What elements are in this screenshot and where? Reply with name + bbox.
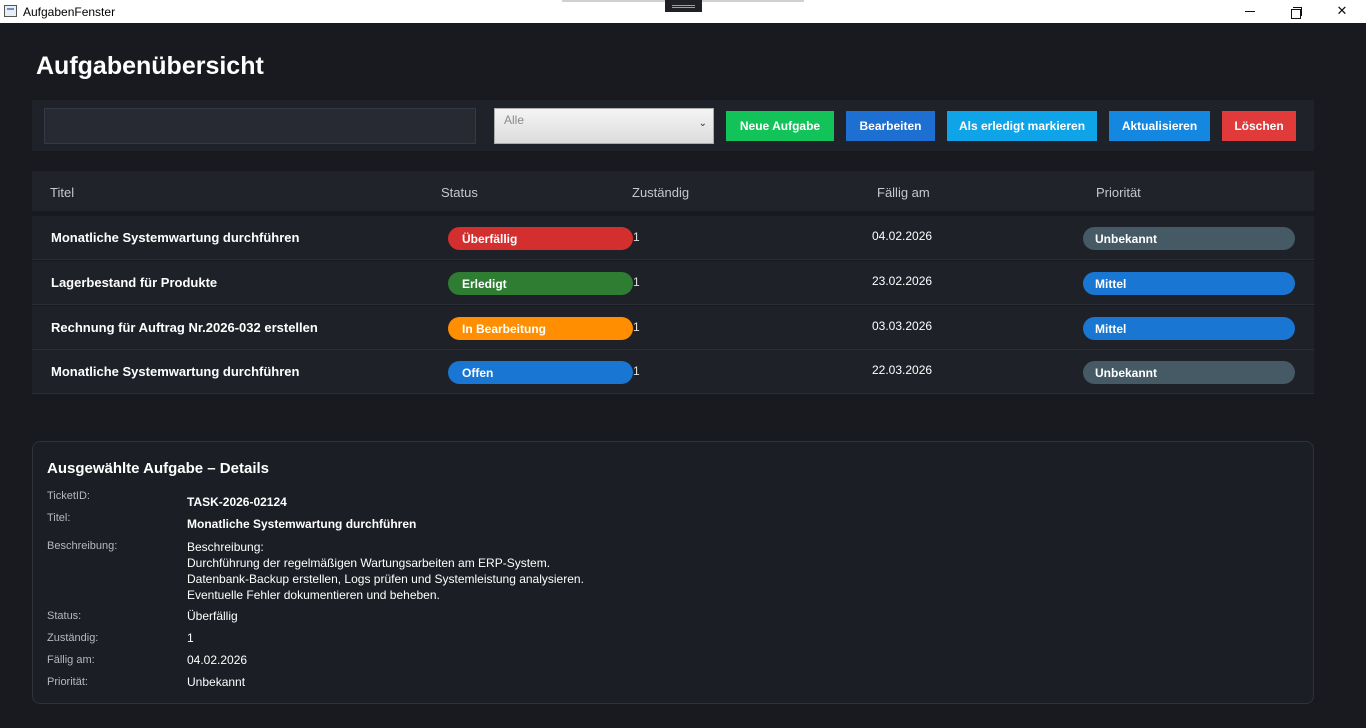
status-badge: Überfällig: [448, 227, 633, 250]
close-icon: ✕: [1336, 4, 1348, 19]
description-line: Beschreibung:: [187, 540, 264, 554]
details-label-due: Fällig am:: [47, 654, 95, 666]
table-row[interactable]: Lagerbestand für Produkte Erledigt 1 23.…: [32, 261, 1314, 305]
due-date-cell: 04.02.2026: [872, 229, 933, 243]
table-row[interactable]: Rechnung für Auftrag Nr.2026-032 erstell…: [32, 306, 1314, 350]
task-title-cell: Rechnung für Auftrag Nr.2026-032 erstell…: [51, 320, 318, 335]
delete-button[interactable]: Löschen: [1222, 111, 1296, 141]
assignee-cell: 1: [633, 364, 640, 378]
status-filter-select[interactable]: Alle ⌄: [494, 108, 714, 144]
priority-badge: Mittel: [1083, 317, 1295, 340]
details-value-priority: Unbekannt: [187, 675, 246, 689]
drag-grip-icon[interactable]: [665, 0, 702, 12]
task-title-cell: Monatliche Systemwartung durchführen: [51, 364, 300, 379]
due-date-cell: 03.03.2026: [872, 319, 933, 333]
details-value-assignee: 1: [187, 631, 194, 645]
column-header-priority[interactable]: Priorität: [1096, 185, 1141, 200]
column-header-assignee[interactable]: Zuständig: [632, 185, 689, 200]
status-badge: Offen: [448, 361, 633, 384]
details-heading: Ausgewählte Aufgabe – Details: [47, 460, 269, 477]
description-line: Durchführung der regelmäßigen Wartungsar…: [187, 556, 551, 570]
minimize-button[interactable]: [1227, 0, 1273, 23]
column-header-due[interactable]: Fällig am: [877, 185, 930, 200]
task-title-cell: Lagerbestand für Produkte: [51, 275, 218, 290]
assignee-cell: 1: [633, 275, 640, 289]
mark-done-button[interactable]: Als erledigt markieren: [947, 111, 1097, 141]
description-line: Eventuelle Fehler dokumentieren und behe…: [187, 588, 440, 602]
search-input[interactable]: [44, 108, 476, 144]
maximize-button[interactable]: [1273, 0, 1319, 23]
details-label-title: Titel:: [47, 512, 71, 524]
edit-button[interactable]: Bearbeiten: [846, 111, 935, 141]
details-label-ticket-id: TicketID:: [47, 490, 90, 502]
window-app-icon: [4, 5, 17, 17]
status-badge: In Bearbeitung: [448, 317, 633, 340]
details-label-status: Status:: [47, 610, 82, 622]
details-value-title: Monatliche Systemwartung durchführen: [187, 517, 417, 531]
table-row[interactable]: Monatliche Systemwartung durchführen Off…: [32, 350, 1314, 394]
due-date-cell: 23.02.2026: [872, 274, 933, 288]
refresh-button[interactable]: Aktualisieren: [1109, 111, 1210, 141]
due-date-cell: 22.03.2026: [872, 363, 933, 377]
close-button[interactable]: ✕: [1319, 0, 1365, 23]
priority-badge: Unbekannt: [1083, 361, 1295, 384]
priority-badge: Unbekannt: [1083, 227, 1295, 250]
status-filter-value: Alle: [504, 113, 525, 127]
column-header-status[interactable]: Status: [441, 185, 478, 200]
details-value-due: 04.02.2026: [187, 653, 248, 667]
window-title: AufgabenFenster: [23, 5, 116, 19]
chevron-down-icon: ⌄: [698, 118, 707, 129]
table-row[interactable]: Monatliche Systemwartung durchführen Übe…: [32, 216, 1314, 260]
details-label-assignee: Zuständig:: [47, 632, 99, 644]
status-badge: Erledigt: [448, 272, 633, 295]
description-line: Datenbank-Backup erstellen, Logs prüfen …: [187, 572, 584, 586]
task-title-cell: Monatliche Systemwartung durchführen: [51, 230, 300, 245]
details-value-status: Überfällig: [187, 609, 238, 623]
window-titlebar: AufgabenFenster ✕: [0, 0, 1366, 23]
minimize-icon: [1245, 11, 1255, 12]
page-title: Aufgabenübersicht: [36, 52, 264, 80]
toolbar: Alle ⌄ Neue Aufgabe Bearbeiten Als erled…: [32, 100, 1314, 151]
details-label-description: Beschreibung:: [47, 540, 118, 552]
table-header: Titel Status Zuständig Fällig am Priorit…: [32, 171, 1314, 211]
priority-badge: Mittel: [1083, 272, 1295, 295]
assignee-cell: 1: [633, 230, 640, 244]
details-value-ticket-id: TASK-2026-02124: [187, 495, 287, 509]
column-header-title[interactable]: Titel: [50, 185, 74, 200]
task-details-panel: Ausgewählte Aufgabe – Details TicketID: …: [32, 441, 1314, 704]
details-label-priority: Priorität:: [47, 676, 88, 688]
restore-icon: [1291, 6, 1302, 19]
assignee-cell: 1: [633, 320, 640, 334]
new-task-button[interactable]: Neue Aufgabe: [726, 111, 834, 141]
details-value-description: Beschreibung: Durchführung der regelmäßi…: [187, 539, 584, 603]
